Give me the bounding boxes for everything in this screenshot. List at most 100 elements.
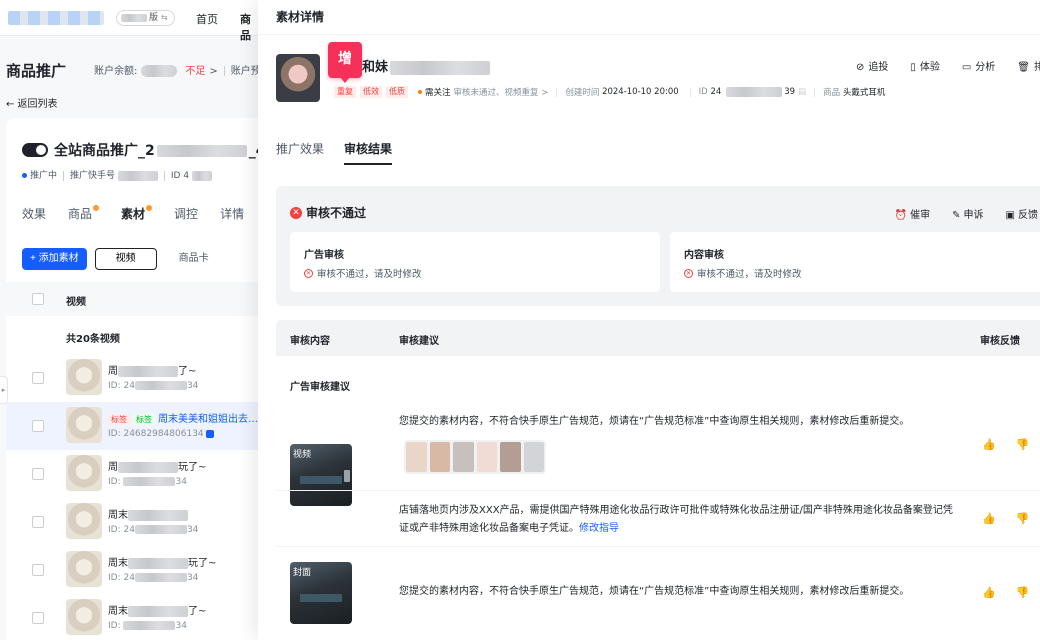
back-to-list-link[interactable]: ← 返回列表 (6, 95, 58, 110)
notice-dot (93, 205, 100, 211)
switch-icon: ⇆ (160, 13, 168, 22)
tab-products[interactable]: 商品 (68, 205, 100, 222)
filter-product-card-button[interactable]: 商品卡 (165, 248, 223, 270)
feedback-icons: 👍 👎 (982, 586, 1029, 599)
account-name-redacted (121, 13, 147, 22)
nav-products[interactable]: 商品 (240, 11, 258, 43)
video-thumbnail (66, 407, 102, 443)
error-ring-icon: ✕ (304, 268, 313, 278)
feedback-button[interactable]: ▣ 反馈 (1006, 206, 1038, 221)
delete-button[interactable]: 🗑 排 (1017, 58, 1040, 73)
feedback-icons: 👍 👎 (982, 438, 1029, 451)
row-checkbox[interactable] (32, 564, 44, 576)
content-review-card: 内容审核 ✕ 审核不通过，请及时修改 (670, 232, 1040, 292)
filter-video-button[interactable]: 视频 (94, 248, 157, 270)
row-checkbox[interactable] (32, 420, 44, 432)
edit-icon: ✎ (952, 210, 961, 221)
status-dot (22, 173, 27, 178)
campaign-card: 全站商品推广_2_4 推广中推广快手号 ID 4 效果 商品 素材 调控 详情 … (6, 118, 258, 640)
campaign-meta: 推广中 推广快手号 ID 4 (22, 168, 212, 181)
thumb-down-icon[interactable]: 👎 (1016, 586, 1030, 599)
suggestion-text: 店铺落地页内涉及XXX产品，需提供国产特殊用途化妆品行政许可批件或特殊化妆品注册… (399, 505, 953, 534)
play-icon (344, 470, 350, 482)
material-name: 和妹 (362, 56, 491, 75)
add-material-button[interactable]: + 添加素材 (22, 248, 87, 270)
material-thumbnail[interactable] (276, 54, 320, 102)
page-title: 商品推广 (6, 62, 67, 80)
campaign-tabs: 效果 商品 素材 调控 详情 (22, 205, 244, 222)
suggestion-text: 您提交的素材内容，不符合快手原生广告规范，烦请在“广告规范标准”中查询原生相关规… (399, 416, 910, 427)
material-meta: 重复 低效 低质 需关注 审核未通过、视频重复 > 创建时间 2024-10-1… (334, 86, 888, 98)
nav-home[interactable]: 首页 (196, 11, 218, 27)
attention-detail-link[interactable]: 审核未通过、视频重复 > (454, 86, 549, 98)
attention-dot (418, 90, 422, 94)
campaign-toggle[interactable] (22, 143, 48, 157)
experience-button[interactable]: ▯ 体验 (910, 58, 940, 73)
list-item[interactable]: 周末 ID: 24 34 (6, 498, 258, 546)
error-ring-icon: ✕ (684, 268, 693, 278)
thumb-up-icon[interactable]: 👍 (982, 586, 996, 599)
tag: 标签 (108, 414, 130, 425)
list-count: 共20条视频 (66, 334, 120, 345)
thumb-down-icon[interactable]: 👎 (1016, 438, 1030, 451)
video-thumbnail (66, 359, 102, 395)
row-checkbox[interactable] (32, 372, 44, 384)
row-checkbox[interactable] (32, 612, 44, 624)
balance-redacted (141, 65, 178, 77)
urge-review-button[interactable]: ⏰ 催审 (895, 206, 930, 221)
tab-details[interactable]: 详情 (220, 205, 244, 222)
campaign-name: 全站商品推广_2_4 (54, 143, 258, 159)
video-preview[interactable]: 视频 (290, 444, 352, 506)
balance-arrow[interactable]: > (209, 66, 217, 77)
logo (8, 11, 104, 25)
copy-icon[interactable]: ▤ (798, 87, 806, 97)
tab-materials[interactable]: 素材 (121, 205, 153, 222)
background-page: 版 ⇆ 首页 商品 商品推广 账户余额: 不足 > 账户预 ← 返回列表 全站商品推广… (0, 0, 258, 640)
select-all-checkbox[interactable] (32, 293, 44, 305)
appeal-button[interactable]: ✎ 申诉 (952, 206, 983, 221)
copy-icon[interactable] (205, 429, 214, 438)
account-switcher[interactable]: 版 ⇆ (116, 10, 175, 26)
thumb-up-icon[interactable]: 👍 (982, 512, 996, 525)
video-thumbnail (66, 599, 102, 635)
video-thumbnail (66, 551, 102, 587)
thumb-up-icon[interactable]: 👍 (982, 438, 996, 451)
list-item-selected[interactable]: 标签 标签 周末美美和姐姐出去… ID: 24682984806134 (6, 402, 258, 450)
tab-effect[interactable]: 效果 (22, 205, 46, 222)
modify-guide-link[interactable]: 修改指导 (579, 523, 619, 534)
list-item[interactable]: 周末 玩了~ ID: 24 34 (6, 546, 258, 594)
analyze-button[interactable]: ▭ 分析 (962, 58, 995, 73)
trash-icon: 🗑 (1017, 62, 1030, 73)
tab-review-result[interactable]: 审核结果 (344, 140, 393, 165)
track-button[interactable]: ⊘ 追投 (856, 58, 888, 73)
review-status-panel: ✕ 审核不通过 ⏰ 催审 ✎ 申诉 ▣ 反馈 广告审核 ✕ 审核不通过，请及时修改 内容审… (276, 186, 1040, 306)
material-detail-drawer: 素材详情 增 和妹 ⊘ 追投 ▯ 体验 ▭ 分析 🗑 排 重复 低效 低质 需关注 审核… (258, 0, 1040, 640)
collapse-handle[interactable]: ▸ (0, 376, 8, 404)
chat-icon: ▭ (961, 62, 972, 73)
drawer-tabs: 推广效果 审核结果 (276, 140, 393, 165)
account-balance: 账户余额: 不足 > 账户预 (94, 65, 258, 77)
thumb-down-icon[interactable]: 👎 (1016, 512, 1030, 525)
tab-control[interactable]: 调控 (174, 205, 198, 222)
top-navigation: 版 ⇆ 首页 商品 (0, 0, 258, 42)
row-checkbox[interactable] (32, 516, 44, 528)
chevron-right-icon: ▸ (1, 386, 6, 394)
material-toolbar: + 添加素材 视频 商品卡 (22, 248, 223, 270)
list-item[interactable]: 周玩了~ ID: 34 (6, 450, 258, 498)
cover-preview[interactable]: 封面 (290, 562, 352, 624)
video-thumbnail (66, 455, 102, 491)
tab-promotion-effect[interactable]: 推广效果 (276, 140, 324, 157)
row-checkbox[interactable] (32, 468, 44, 480)
section-label: 广告审核建议 (290, 382, 350, 393)
header-actions: ⊘ 追投 ▯ 体验 ▭ 分析 🗑 排 (856, 58, 1040, 73)
frame-strip (404, 440, 546, 474)
list-item[interactable]: 周了~ ID: 24 34 (6, 354, 258, 402)
list-item[interactable]: 周末 了~ ID: 34 (6, 594, 258, 640)
campaign-header: 全站商品推广_2_4 (22, 140, 258, 160)
tag-low-quality: 低质 (386, 86, 408, 98)
review-table-header: 审核内容 审核建议 审核反馈 (276, 320, 1040, 356)
track-icon: ⊘ (855, 62, 865, 73)
alarm-icon: ⏰ (894, 210, 908, 221)
drawer-title: 素材详情 (276, 10, 325, 24)
balance-warning: 不足 (185, 66, 206, 77)
